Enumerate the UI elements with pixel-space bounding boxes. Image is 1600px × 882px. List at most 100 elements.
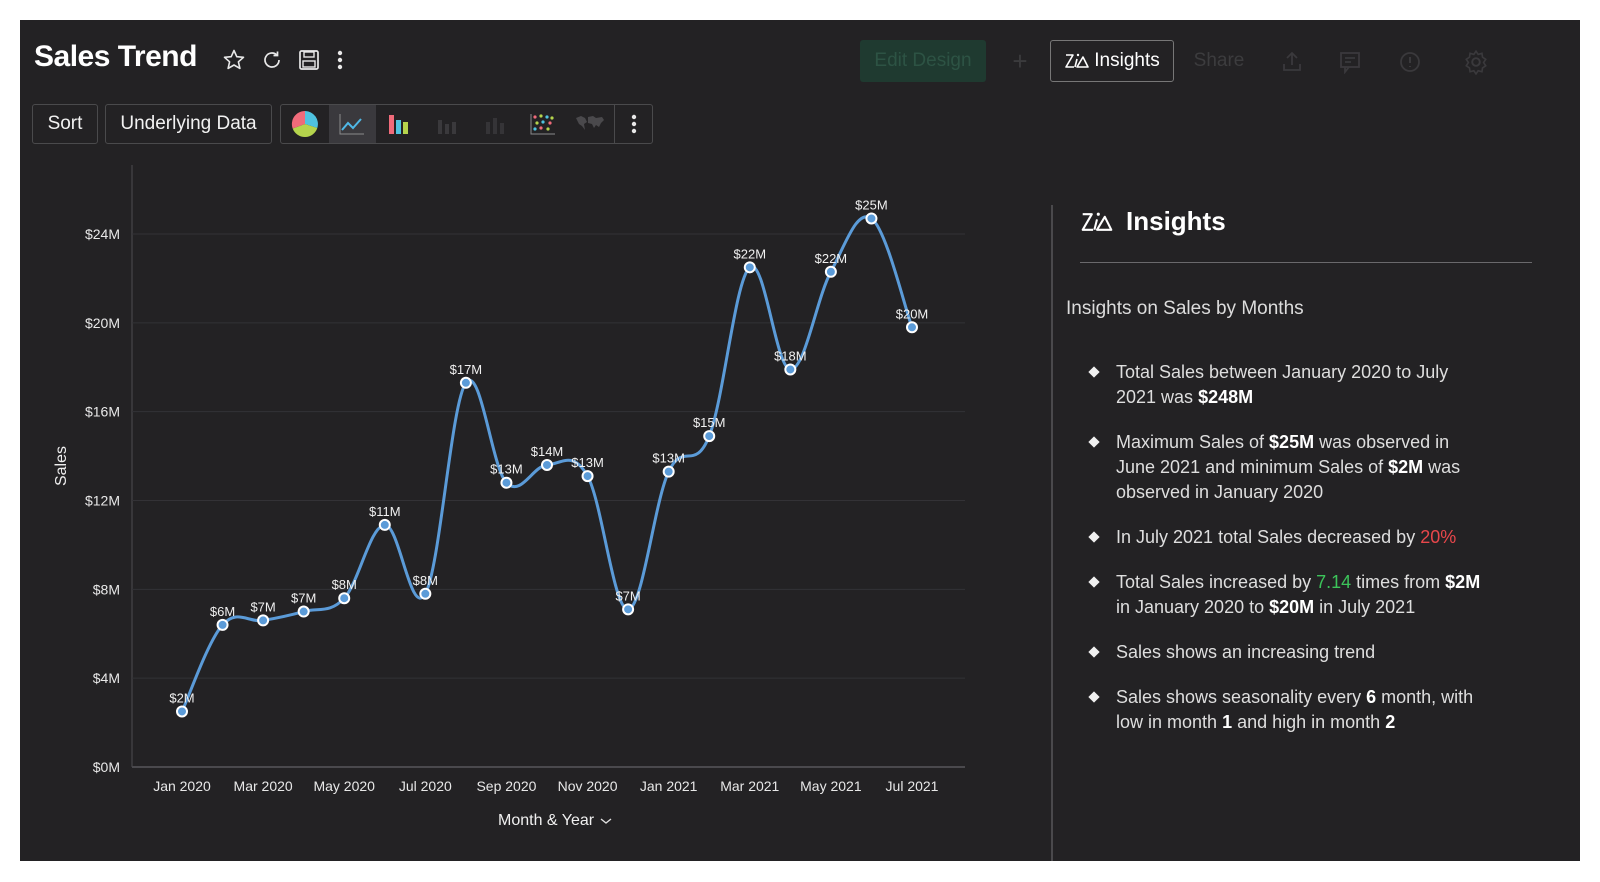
insight-highlight: $25M xyxy=(1269,432,1315,452)
diamond-bullet-icon xyxy=(1088,531,1100,543)
data-label: $11M xyxy=(369,504,401,519)
x-tick-label: Nov 2020 xyxy=(558,778,618,794)
insight-metric: 7.14 xyxy=(1316,572,1352,592)
export-icon[interactable] xyxy=(1278,48,1306,76)
insights-title: Insights xyxy=(1126,206,1226,236)
data-point[interactable] xyxy=(906,321,918,334)
zia-icon xyxy=(1081,212,1113,231)
report-panel: Sales Trend Edit Design + Insights Share… xyxy=(20,20,1580,861)
insight-text: Maximum Sales of xyxy=(1116,432,1270,452)
y-tick-label: $8M xyxy=(93,581,120,597)
zia-icon xyxy=(1064,51,1090,71)
chevron-down-icon xyxy=(600,818,612,824)
insight-highlight: 2 xyxy=(1385,712,1396,732)
x-axis-dropdown[interactable]: Month & Year xyxy=(498,812,613,830)
insight-text: in July 2021 xyxy=(1314,597,1416,617)
diamond-bullet-icon xyxy=(1088,576,1100,588)
data-point[interactable] xyxy=(622,603,635,616)
insight-metric: 20% xyxy=(1420,527,1457,547)
data-label: $7M xyxy=(615,588,640,603)
data-point[interactable] xyxy=(419,587,432,600)
y-tick-label: $0M xyxy=(93,759,120,775)
y-tick-label: $24M xyxy=(85,226,120,242)
data-point[interactable] xyxy=(743,261,756,274)
insights-divider xyxy=(1080,262,1532,263)
data-point[interactable] xyxy=(541,458,553,471)
y-tick-label: $4M xyxy=(93,670,120,686)
insights-button[interactable]: Insights xyxy=(1050,40,1174,82)
data-point[interactable] xyxy=(865,212,878,225)
settings-icon[interactable] xyxy=(1462,48,1490,76)
insight-text: and high in month xyxy=(1232,712,1386,732)
insight-highlight: $248M xyxy=(1198,387,1254,407)
insight-highlight: 1 xyxy=(1222,712,1233,732)
data-label: $22M xyxy=(815,251,848,266)
y-tick-label: $20M xyxy=(85,315,120,331)
data-label: $13M xyxy=(652,451,685,466)
insights-list: Total Sales between January 2020 to July… xyxy=(1088,360,1490,755)
data-point[interactable] xyxy=(459,376,472,389)
panel-divider xyxy=(1051,205,1053,861)
comment-icon[interactable] xyxy=(1336,48,1364,76)
data-point[interactable] xyxy=(581,470,594,483)
data-label: $2M xyxy=(169,690,194,705)
x-tick-label: Jan 2021 xyxy=(640,778,698,794)
insight-item: Total Sales between January 2020 to July… xyxy=(1088,360,1490,410)
insight-item: Sales shows an increasing trend xyxy=(1088,640,1490,665)
x-axis-label: Month & Year xyxy=(498,812,595,829)
data-label: $18M xyxy=(774,348,807,363)
data-point[interactable] xyxy=(176,705,188,718)
data-point[interactable] xyxy=(378,518,391,531)
insight-text: In July 2021 total Sales decreased by xyxy=(1116,527,1421,547)
data-label: $13M xyxy=(571,455,604,470)
data-label: $17M xyxy=(450,362,483,377)
data-label: $25M xyxy=(855,197,888,212)
data-point[interactable] xyxy=(784,363,797,376)
alert-icon[interactable] xyxy=(1396,48,1424,76)
data-label: $22M xyxy=(734,246,767,261)
data-point[interactable] xyxy=(338,592,351,605)
line-chart: Sales $0M $4M $8M $12M $16M $20M $24M Jan 2020… xyxy=(53,165,965,794)
data-point[interactable] xyxy=(824,265,837,278)
x-tick-label: Mar 2021 xyxy=(720,778,779,794)
data-point[interactable] xyxy=(257,614,270,627)
insight-text: Sales shows seasonality every xyxy=(1116,687,1367,707)
share-button[interactable]: Share xyxy=(1184,40,1254,82)
insight-highlight: 6 xyxy=(1366,687,1377,707)
insights-header: Insights xyxy=(1080,206,1226,237)
y-tick-label: $16M xyxy=(85,404,120,420)
data-label: $20M xyxy=(896,306,929,321)
x-tick-label: May 2020 xyxy=(313,778,375,794)
data-point[interactable] xyxy=(703,430,716,443)
data-label: $6M xyxy=(210,604,235,619)
insight-highlight: $2M xyxy=(1388,457,1424,477)
insight-highlight: $20M xyxy=(1269,597,1315,617)
data-label: $15M xyxy=(693,415,726,430)
x-tick-label: Jan 2020 xyxy=(153,778,211,794)
insight-text: Sales shows an increasing trend xyxy=(1116,642,1376,662)
x-tick-label: Jul 2020 xyxy=(399,778,452,794)
data-label: $7M xyxy=(291,591,316,606)
insight-item: In July 2021 total Sales decreased by 20… xyxy=(1088,525,1490,550)
insight-text: in January 2020 to xyxy=(1116,597,1270,617)
diamond-bullet-icon xyxy=(1088,366,1100,378)
insight-text: Total Sales between January 2020 to July… xyxy=(1116,362,1449,407)
data-label: $7M xyxy=(250,599,275,614)
insight-item: Maximum Sales of $25M was observed in Ju… xyxy=(1088,430,1490,505)
data-point[interactable] xyxy=(297,605,310,618)
diamond-bullet-icon xyxy=(1088,646,1100,658)
insight-text: times from xyxy=(1351,572,1446,592)
diamond-bullet-icon xyxy=(1088,691,1100,703)
insights-subtitle: Insights on Sales by Months xyxy=(1066,298,1304,319)
data-label: $8M xyxy=(332,577,357,592)
data-label: $8M xyxy=(413,573,438,588)
x-tick-label: May 2021 xyxy=(800,778,862,794)
y-axis-label: Sales xyxy=(53,446,70,486)
insight-text: Total Sales increased by xyxy=(1116,572,1317,592)
insight-highlight: $2M xyxy=(1445,572,1481,592)
data-point[interactable] xyxy=(662,465,675,478)
data-point[interactable] xyxy=(216,618,229,631)
data-point[interactable] xyxy=(500,476,513,489)
y-tick-label: $12M xyxy=(85,493,120,509)
x-tick-label: Mar 2020 xyxy=(234,778,293,794)
